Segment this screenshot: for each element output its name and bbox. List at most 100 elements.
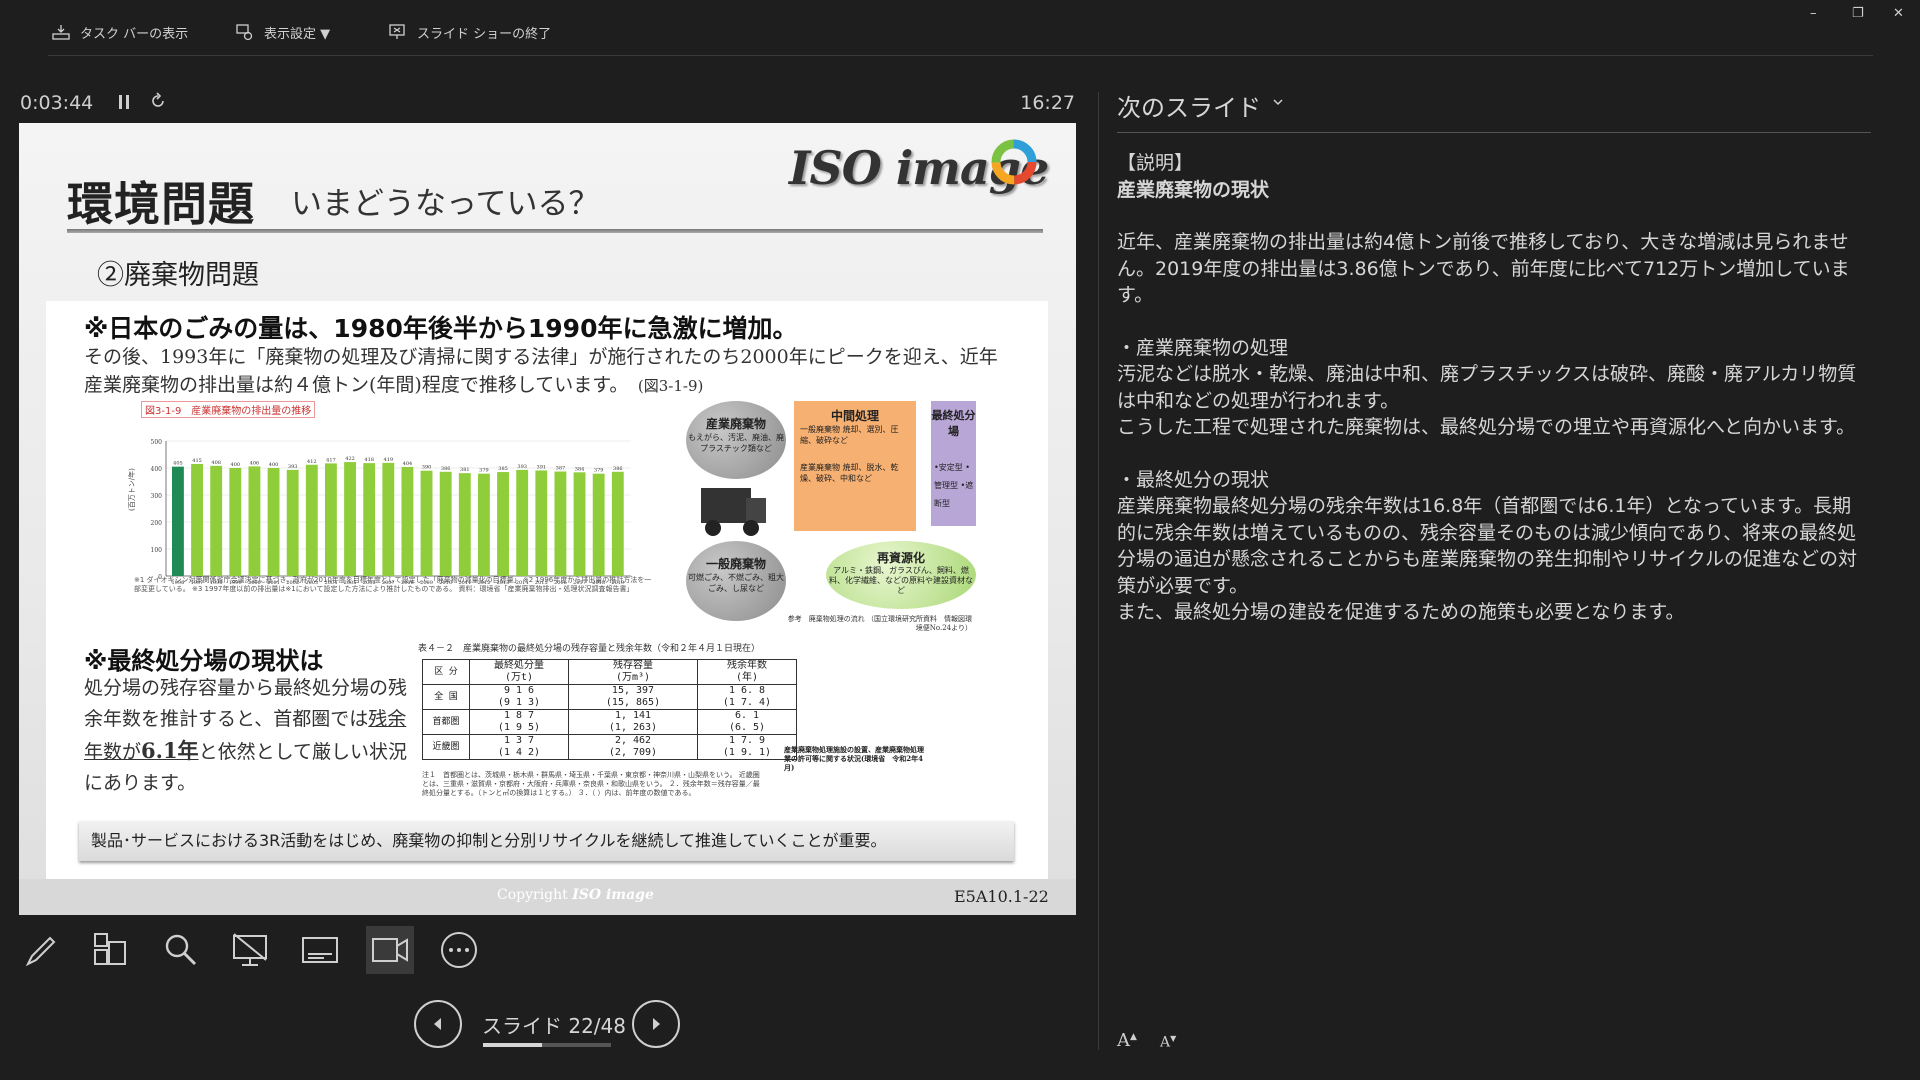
table-title: 表４－２ 産業廃棄物の最終処分場の残存容量と残余年数（令和２年４月１日現在） [418,644,761,654]
slide-progress-fill [483,1043,542,1047]
heading-garbage-increase: ※日本のごみの量は、1980年後半から1990年に急激に増加。 [84,314,798,343]
previous-slide-button[interactable] [414,1000,462,1048]
end-slideshow-button[interactable]: スライド ショーの終了 [389,22,551,42]
display-settings-button[interactable]: 表示設定 ▼ [236,22,330,42]
slide-title: 環境問題 [67,177,255,231]
pane-divider[interactable] [1098,92,1099,1050]
chart-bar-label: 391 [537,464,547,470]
general-waste-bubble: 一般廃棄物 可燃ごみ、不燃ごみ、粗大ごみ、し尿など [686,541,786,621]
notes-gap [1117,309,1869,335]
zoom-button[interactable] [157,926,205,974]
table-cell: 15, 397 (15, 865) [568,684,698,710]
next-slide-button[interactable] [632,1000,680,1048]
recycling-ellipse: 再資源化 アルミ・鉄鋼、ガラスびん、飼料、燃料、化学繊維、などの原料や建設資材など [826,541,976,609]
chevron-down-icon[interactable] [1272,96,1284,108]
intermediate-processing-box: 中間処理 一般廃棄物 焼却、選別、圧縮、破砕など 産業廃棄物 焼却、脱水、乾燥、破砕… [794,401,916,531]
chart-bar-label: 415 [192,458,202,464]
table-header-cell: 残余年数 (年) [697,659,797,685]
triangle-left-icon [434,1018,441,1030]
table-cell: 1 8 7 (1 9 5) [469,709,569,735]
pen-icon [25,936,56,967]
close-button[interactable]: ✕ [1893,6,1904,21]
chart-bar [267,468,280,576]
more-options-button[interactable] [435,926,483,974]
chart-bar-label: 393 [517,464,527,470]
chart-bar-label: 386 [613,466,623,472]
chart-bar [382,462,395,576]
pause-icon[interactable] [117,94,131,110]
table-cell: 首都圏 [422,709,470,735]
chart-notes: ※1 ダイオキシン対策関係省庁会議決定に基づき、政府が2010年度を目標年度とし… [134,576,652,593]
chart-bar [229,468,242,576]
table-header-cell: 残存容量 (万m³) [568,659,698,685]
video-camera-icon [372,938,408,962]
summary-banner: 製品･サービスにおける3R活動をはじめ、廃棄物の抑制と分別リサイクルを継続して推… [79,821,1014,861]
heading-final-disposal: ※最終処分場の現状は [84,647,324,675]
table-row: 近畿圏 1 3 7 (1 4 2) 2, 462 (2, 709) 1 7. 9 (1… [422,734,797,760]
screen-off-icon [233,933,267,966]
recycling-label: 再資源化 [876,551,925,565]
chart-bar-label: 412 [307,459,317,465]
chart-caption: 図3-1-9 産業廃棄物の排出量の推移 [141,401,316,418]
paragraph-waste-law: その後、1993年に「廃棄物の処理及び清掃に関する法律」が施行されたのち2000… [84,343,1024,400]
notes-divider [1117,132,1871,133]
figure-ref: (図3-1-9) [637,377,704,395]
table-cell: 1 3 7 (1 4 2) [469,734,569,760]
notes-line: 産業廃棄物最終処分場の残余年数は16.8年（首都圏では6.1年）となっています。… [1117,495,1858,597]
table-header-cell: 最終処分量 (万t) [469,659,569,685]
paragraph-final-disposal-a: 処分場の残存容量から最終処分場の残余年数を推計すると、首都圏では [84,677,408,730]
chart-bar-label: 379 [594,468,604,474]
chart-bar-label: 379 [479,468,489,474]
black-screen-button[interactable] [226,926,274,974]
notes-line: ・最終処分の現状 [1117,468,1270,491]
table-side-note: 産業廃棄物処理施設の設置、産業廃棄物処理業の許可等に関する状況(環境省 令和2年… [784,745,924,772]
notes-line: 汚泥などは脱水・乾燥、廃油は中和、廃プラスチックスは破砕、廃酸・廃アルカリ物質は… [1117,363,1857,412]
chart-bar-label: 406 [250,460,260,466]
pen-tool-button[interactable] [18,926,66,974]
chart-bar-label: 393 [288,464,298,470]
subtitles-button[interactable] [296,926,344,974]
decrease-font-button[interactable]: A▼ [1160,1034,1176,1051]
presenter-toolbar: タスク バーの表示 表示設定 ▼ スライド ショーの終了 – ❐ ✕ [0,0,1920,58]
clock: 16:27 [1020,92,1075,114]
content-panel: ※日本のごみの量は、1980年後半から1990年に急激に増加。 その後、1993… [46,301,1048,879]
minimize-button[interactable]: – [1810,6,1817,21]
chart-bar [535,470,548,576]
intermediate-processing-sub1: 一般廃棄物 焼却、選別、圧縮、破砕など [800,425,899,445]
table-header-row: 区 分最終処分量 (万t) 残存容量 (万m³) 残余年数 (年) [422,659,797,685]
chart-bar-label: 404 [403,461,413,467]
restore-button[interactable]: ❐ [1852,6,1864,21]
show-taskbar-button[interactable]: タスク バーの表示 [52,22,188,42]
next-slide-label[interactable]: 次のスライド [1117,88,1261,123]
chart-bar-label: 418 [364,457,374,463]
display-settings-label: 表示設定 ▼ [264,26,331,42]
industrial-waste-bubble: 産業廃棄物 もえがら、汚泥、廃油、廃プラスチック類など [686,401,786,479]
chart-bar [516,469,529,576]
end-slideshow-icon [389,24,405,39]
camera-button[interactable] [366,926,414,974]
chart-bar [611,471,624,576]
slide-counter[interactable]: スライド 22/48 [482,1010,626,1039]
notes-line: 【説明】 [1117,152,1194,174]
see-all-slides-button[interactable] [87,926,135,974]
current-slide[interactable]: 環境問題 いまどうなっている？ ISO image ②廃棄物問題 ※日本のごみの… [19,123,1076,915]
elapsed-timer: 0:03:44 [20,92,94,114]
restart-timer-icon[interactable] [149,92,167,110]
table-row: 首都圏 1 8 7 (1 9 5) 1, 141 (1, 263) 6. 1 (6. … [422,709,797,735]
chart-bar-label: 386 [441,466,451,472]
increase-font-button[interactable]: A▲ [1117,1030,1137,1051]
chart-bar [344,462,356,576]
show-taskbar-label: タスク バーの表示 [80,26,189,42]
chart-y-tick: 400 [151,466,163,473]
paragraph-waste-law-text: その後、1993年に「廃棄物の処理及び清掃に関する法律」が施行されたのち2000… [84,346,1017,396]
slide-code: E5A10.1-22 [954,887,1049,906]
chart-bar-label: 381 [460,467,470,473]
chart-bar-label: 385 [498,466,508,472]
flow-reference: 参考 廃棄物処理の流れ （国立環境研究所資料 情報図環境便No.24より） [787,615,972,632]
table-cell: 1, 141 (1, 263) [568,709,698,735]
disposal-table: 区 分最終処分量 (万t) 残存容量 (万m³) 残余年数 (年) 全 国9 1 6 … [422,659,797,760]
section-heading: ②廃棄物問題 [97,260,259,291]
ellipsis-icon [441,932,477,968]
notes-line: 産業廃棄物の現状 [1117,178,1270,201]
speaker-notes[interactable]: 【説明】 産業廃棄物の現状 近年、産業廃棄物の排出量は約4億トン前後で推移しており、… [1117,150,1869,626]
